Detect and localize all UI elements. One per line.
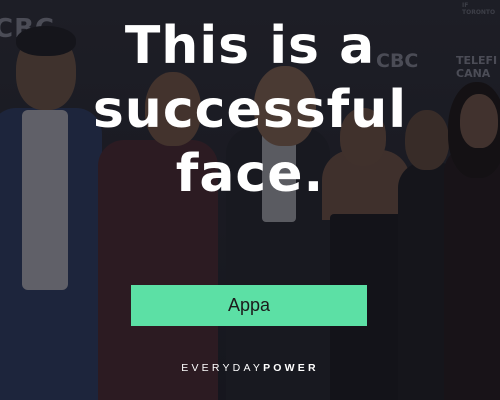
quote-line-1: This is a (124, 16, 376, 76)
quote-text: This is a successful face. (0, 14, 500, 206)
quote-line-2: successful (92, 80, 408, 140)
brand-logo: EVERYDAYPOWER (0, 362, 500, 374)
author-badge: Appa (131, 285, 367, 326)
quote-line-3: face. (175, 144, 325, 204)
author-name: Appa (227, 295, 271, 315)
brand-logo-part1: EVERYDAY (181, 362, 264, 374)
brand-logo-part2: POWER (263, 362, 319, 374)
quote-card: CBC CBC TELEFI CANA IF TORONTO (0, 0, 500, 400)
